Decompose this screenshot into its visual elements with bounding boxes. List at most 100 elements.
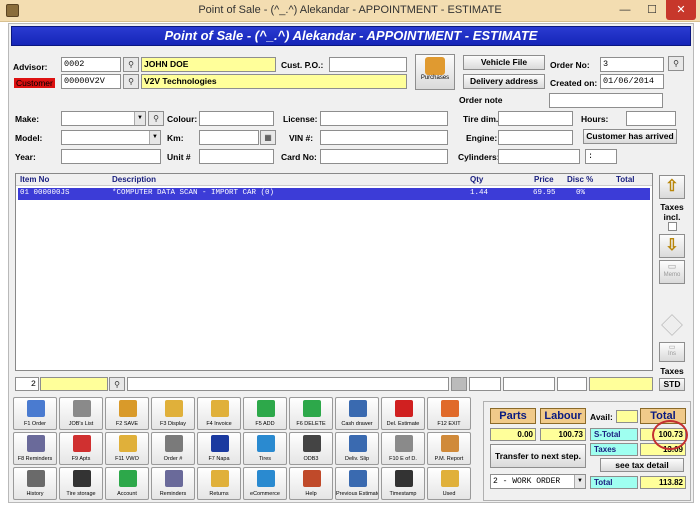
items-grid[interactable]: Item No Description Qty Price Disc % Tot… (15, 173, 653, 371)
line-description-field[interactable] (127, 377, 449, 391)
col-price[interactable]: Price (534, 175, 554, 184)
line-note-icon[interactable] (451, 377, 467, 391)
line-price-field[interactable] (503, 377, 555, 391)
memo-button[interactable]: ▭ Memo (659, 260, 685, 284)
move-down-icon[interactable]: ⇩ (659, 234, 685, 258)
status-select[interactable]: 2 - WORK ORDER ▼ (490, 474, 586, 489)
see-tax-detail-button[interactable]: see tax detail (600, 458, 684, 472)
advisor-lookup-icon[interactable]: ⚲ (123, 57, 139, 72)
card-no-label: Card No: (281, 152, 317, 162)
memo-icon: ▭ (667, 261, 677, 271)
delivery-address-button[interactable]: Delivery address (463, 74, 545, 89)
col-total[interactable]: Total (616, 175, 635, 184)
cell-qty: 1.44 (470, 189, 489, 197)
cell-description: *COMPUTER DATA SCAN - IMPORT CAR (0) (112, 189, 275, 197)
taxes-incl-checkbox[interactable] (668, 222, 677, 231)
previous-estimate-button[interactable]: Previous Estimate (335, 467, 379, 500)
line-item-field[interactable] (40, 377, 108, 391)
vehicle-file-button[interactable]: Vehicle File (463, 55, 545, 70)
col-item-no[interactable]: Item No (20, 175, 49, 184)
reminders-list-button[interactable]: Reminders (151, 467, 195, 500)
dollar-icon (119, 470, 137, 487)
transfer-next-step-button[interactable]: Transfer to next step. (490, 444, 586, 468)
col-disc[interactable]: Disc % (567, 175, 593, 184)
move-up-icon[interactable]: ⇧ (659, 175, 685, 199)
order-note-field[interactable] (549, 93, 663, 108)
used-button[interactable]: Used (427, 467, 471, 500)
license-field[interactable] (320, 111, 448, 126)
cash-drawer-button[interactable]: Cash drawer (335, 397, 379, 430)
minimize-button[interactable]: — (612, 0, 638, 20)
close-button[interactable]: ✕ (666, 0, 696, 20)
delivery-slip-button[interactable]: Deliv. Slip (335, 432, 379, 465)
plus-button[interactable]: F5 ADD (243, 397, 287, 430)
col-qty[interactable]: Qty (470, 175, 483, 184)
km-calculator-icon[interactable]: ▦ (260, 130, 276, 145)
year-field[interactable] (61, 149, 161, 164)
advisor-code-field[interactable]: 0002 (61, 57, 121, 72)
col-description[interactable]: Description (112, 175, 156, 184)
order-button[interactable]: F1 Order (13, 397, 57, 430)
delete-x-button[interactable]: Del. Estimate (381, 397, 425, 430)
vwo-button[interactable]: F11 VWO (105, 432, 149, 465)
km-field[interactable] (199, 130, 259, 145)
folder-button[interactable]: F3 Display (151, 397, 195, 430)
toolbar-button-label: Help (305, 491, 317, 497)
customer-label[interactable]: Customer (14, 78, 55, 88)
line-disc-field[interactable] (557, 377, 587, 391)
tire-dim-field[interactable] (498, 111, 573, 126)
line-qty-field[interactable]: 2 (15, 377, 39, 391)
line-qty2-field[interactable] (469, 377, 501, 391)
table-row[interactable]: 01 000000JS *COMPUTER DATA SCAN - IMPORT… (18, 188, 650, 200)
ins-button[interactable]: ▭ Ins (659, 342, 685, 362)
maximize-button[interactable]: ☐ (640, 0, 664, 20)
std-button[interactable]: STD (659, 378, 685, 391)
cylinders-field[interactable] (498, 149, 580, 164)
order-no-field[interactable]: 3 (600, 57, 664, 72)
globe-button[interactable]: Tires (243, 432, 287, 465)
end-of-day-icon (395, 435, 413, 452)
dollar-button[interactable]: Account (105, 467, 149, 500)
vin-field[interactable] (320, 130, 448, 145)
card-no-field[interactable] (320, 149, 448, 164)
tools-icon (73, 400, 91, 417)
history-button[interactable]: History (13, 467, 57, 500)
tire-storage-button[interactable]: Tire storage (59, 467, 103, 500)
end-of-day-button[interactable]: F10 E of D. (381, 432, 425, 465)
toolbar-button-label: F4 Invoice (206, 421, 232, 427)
ins-label: Ins (667, 351, 676, 357)
tools-button[interactable]: JOB's List (59, 397, 103, 430)
km-label: Km: (167, 133, 184, 143)
invoice-button[interactable]: F4 Invoice (197, 397, 241, 430)
customer-arrived-button[interactable]: Customer has arrived (583, 129, 677, 144)
save-button[interactable]: F2 SAVE (105, 397, 149, 430)
make-lookup-icon[interactable]: ⚲ (148, 111, 164, 126)
help-button[interactable]: Help (289, 467, 333, 500)
model-select[interactable]: ▼ (61, 130, 161, 145)
customer-lookup-icon[interactable]: ⚲ (123, 74, 139, 89)
hours-field[interactable] (626, 111, 676, 126)
reminders-button[interactable]: F8 Reminders (13, 432, 57, 465)
report-button[interactable]: P.M. Report (427, 432, 471, 465)
line-lookup-icon[interactable]: ⚲ (109, 377, 125, 391)
customer-code-field[interactable]: 00000V2V (61, 74, 121, 89)
colour-field[interactable] (199, 111, 274, 126)
order-lookup-icon[interactable]: ⚲ (668, 56, 684, 71)
cylinders-extra-field[interactable]: : (585, 149, 617, 164)
minus-button[interactable]: F6 DELETE (289, 397, 333, 430)
cust-po-field[interactable] (329, 57, 407, 72)
purchases-button[interactable]: Purchases (415, 54, 455, 90)
obd3-button[interactable]: ODB3 (289, 432, 333, 465)
ecommerce-button[interactable]: eCommerce (243, 467, 287, 500)
exit-button[interactable]: F12 EXIT (427, 397, 471, 430)
make-select[interactable]: ▼ (61, 111, 146, 126)
globe-icon (257, 435, 275, 452)
napa-button[interactable]: F7 Napa (197, 432, 241, 465)
unit-field[interactable] (199, 149, 274, 164)
calendar-button[interactable]: F9 Apts (59, 432, 103, 465)
gear-button[interactable]: Order # (151, 432, 195, 465)
created-on-field[interactable]: 01/06/2014 (600, 74, 664, 89)
scanner-button[interactable]: Timestamp (381, 467, 425, 500)
returns-button[interactable]: Returns (197, 467, 241, 500)
engine-field[interactable] (498, 130, 573, 145)
